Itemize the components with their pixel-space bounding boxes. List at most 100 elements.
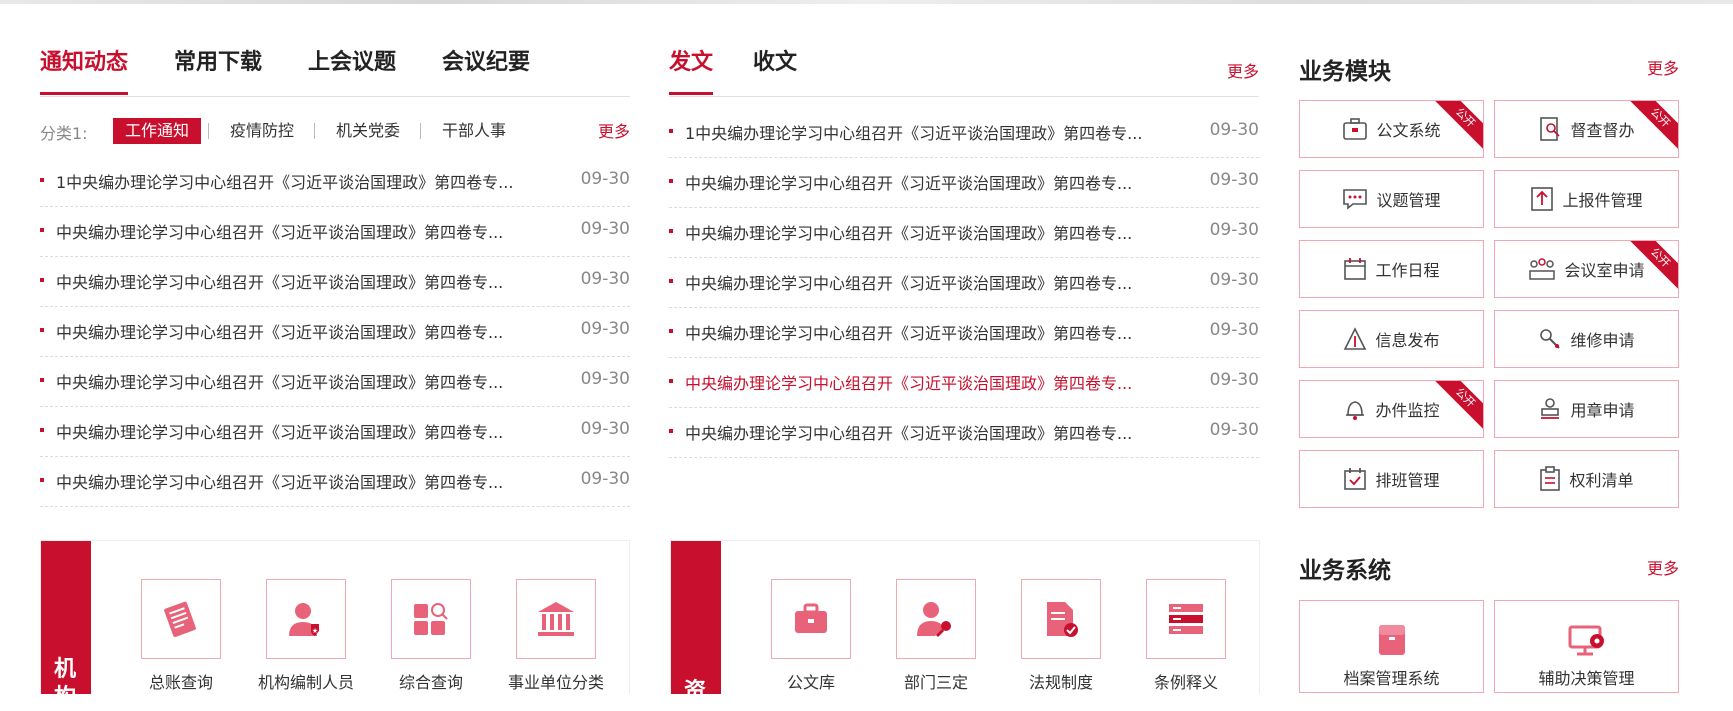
module-label: 排班管理 (1375, 471, 1440, 490)
item-title[interactable]: 中央编办理论学习中心组召开《习近平谈治国理政》第四卷专... (56, 419, 503, 443)
org-panel: 机 构 总账查询 ★ 机构编制人员 综合查询 事业单位分类 (40, 540, 630, 710)
bullet (669, 179, 673, 183)
module-meeting-room[interactable]: 会议室申请 公开 (1494, 240, 1679, 298)
business-modules-title: 业务模块 (1299, 59, 1391, 85)
module-rights-list[interactable]: 权利清单 (1494, 450, 1679, 508)
tab-incoming[interactable]: 收文 (753, 46, 797, 95)
item-title[interactable]: 中央编办理论学习中心组召开《习近平谈治国理政》第四卷专... (56, 469, 503, 493)
tab-notice[interactable]: 通知动态 (40, 46, 129, 95)
business-systems-title: 业务系统 (1299, 558, 1391, 584)
item-title[interactable]: 中央编办理论学习中心组召开《习近平谈治国理政》第四卷专... (685, 320, 1132, 344)
item-title[interactable]: 1中央编办理论学习中心组召开《习近平谈治国理政》第四卷专... (685, 120, 1142, 144)
broadcast-icon (1344, 327, 1367, 350)
module-label: 信息发布 (1375, 331, 1440, 350)
module-label: 工作日程 (1375, 261, 1440, 280)
item-label: 事业单位分类 (507, 673, 604, 692)
business-more-link[interactable]: 更多 (1647, 55, 1679, 79)
list-item[interactable]: 中央编办理论学习中心组召开《习近平谈治国理政》第四卷专... 09-30 (669, 208, 1259, 258)
item-title[interactable]: 中央编办理论学习中心组召开《习近平谈治国理政》第四卷专... (685, 170, 1132, 194)
list-item[interactable]: 中央编办理论学习中心组召开《习近平谈治国理政》第四卷专... 09-30 (669, 308, 1259, 358)
item-title[interactable]: 1中央编办理论学习中心组召开《习近平谈治国理政》第四卷专... (56, 169, 513, 193)
person-key-icon (896, 579, 976, 659)
list-item[interactable]: 1中央编办理论学习中心组召开《习近平谈治国理政》第四卷专... 09-30 (669, 108, 1259, 158)
filter-label: 分类1: (40, 124, 88, 143)
regulation-interpret-button[interactable]: 条例释义 (1126, 579, 1246, 693)
list-item[interactable]: 中央编办理论学习中心组召开《习近平谈治国理政》第四卷专... 09-30 (40, 307, 630, 357)
list-item[interactable]: 1中央编办理论学习中心组召开《习近平谈治国理政》第四卷专... 09-30 (40, 157, 630, 207)
ledger-query-button[interactable]: 总账查询 (121, 579, 241, 693)
search-grid-icon (391, 579, 471, 659)
module-info-publish[interactable]: 信息发布 (1299, 310, 1484, 368)
module-shift[interactable]: 排班管理 (1299, 450, 1484, 508)
system-archive[interactable]: 档案管理系统 (1299, 600, 1484, 693)
item-title[interactable]: 中央编办理论学习中心组召开《习近平谈治国理政》第四卷专... (685, 420, 1132, 444)
item-title[interactable]: 中央编办理论学习中心组召开《习近平谈治国理政》第四卷专... (56, 219, 503, 243)
tab-downloads[interactable]: 常用下载 (174, 46, 262, 95)
module-agenda[interactable]: 议题管理 (1299, 170, 1484, 228)
system-decision[interactable]: 辅助决策管理 (1494, 600, 1679, 693)
meeting-room-icon (1529, 258, 1556, 280)
dept-three-button[interactable]: 部门三定 (876, 579, 996, 693)
module-supervise[interactable]: 督查督办 公开 (1494, 100, 1679, 158)
docs-tabs: 发文 收文 更多 (669, 46, 1259, 97)
list-item[interactable]: 中央编办理论学习中心组召开《习近平谈治国理政》第四卷专... 09-30 (40, 257, 630, 307)
module-stamp[interactable]: 用章申请 (1494, 380, 1679, 438)
bullet (40, 478, 44, 482)
item-title[interactable]: 中央编办理论学习中心组召开《习近平谈治国理政》第四卷专... (56, 369, 503, 393)
tab-minutes[interactable]: 会议纪要 (442, 46, 530, 95)
tab-outgoing[interactable]: 发文 (669, 46, 714, 95)
list-item[interactable]: 中央编办理论学习中心组召开《习近平谈治国理政》第四卷专... 09-30 (40, 207, 630, 257)
bullet (40, 178, 44, 182)
module-label: 维修申请 (1570, 331, 1635, 350)
chat-icon (1343, 189, 1368, 210)
item-date: 09-30 (580, 469, 630, 489)
archive-icon (1378, 625, 1405, 655)
institution-category-button[interactable]: 事业单位分类 (496, 579, 616, 693)
top-decoration-strip (0, 0, 1733, 4)
item-label: 综合查询 (398, 673, 463, 692)
item-date: 09-30 (1209, 320, 1259, 340)
filter-epidemic[interactable]: 疫情防控 (230, 118, 294, 144)
module-repair[interactable]: 维修申请 (1494, 310, 1679, 368)
news-more-link[interactable]: 更多 (598, 118, 630, 142)
resource-panel: 资 公文库 部门三定 法规制度 条例释义 (670, 540, 1260, 704)
item-date: 09-30 (1209, 420, 1259, 440)
combined-query-button[interactable]: 综合查询 (371, 579, 491, 693)
module-monitor[interactable]: 办件监控 公开 (1299, 380, 1484, 438)
regulations-button[interactable]: 法规制度 (1001, 579, 1121, 693)
module-report[interactable]: 上报件管理 (1494, 170, 1679, 228)
list-item[interactable]: 中央编办理论学习中心组召开《习近平谈治国理政》第四卷专... 09-30 (669, 408, 1259, 458)
filter-party[interactable]: 机关党委 (336, 118, 400, 144)
list-item[interactable]: 中央编办理论学习中心组召开《习近平谈治国理政》第四卷专... 09-30 (669, 258, 1259, 308)
list-item[interactable]: 中央编办理论学习中心组召开《习近平谈治国理政》第四卷专... 09-30 (40, 457, 630, 507)
list-item[interactable]: 中央编办理论学习中心组召开《习近平谈治国理政》第四卷专... 09-30 (40, 357, 630, 407)
bullet (669, 279, 673, 283)
list-item[interactable]: 中央编办理论学习中心组召开《习近平谈治国理政》第四卷专... 09-30 (40, 407, 630, 457)
doc-library-button[interactable]: 公文库 (751, 579, 871, 693)
systems-more-link[interactable]: 更多 (1647, 555, 1679, 579)
item-title[interactable]: 中央编办理论学习中心组召开《习近平谈治国理政》第四卷专... (685, 370, 1132, 394)
filter-work-notice[interactable]: 工作通知 (113, 118, 202, 144)
module-document-system[interactable]: 公文系统 公开 (1299, 100, 1484, 158)
svg-text:★: ★ (312, 627, 318, 635)
list-item-hovered[interactable]: 中央编办理论学习中心组召开《习近平谈治国理政》第四卷专... 09-30 (669, 358, 1259, 408)
item-title[interactable]: 中央编办理论学习中心组召开《习近平谈治国理政》第四卷专... (56, 269, 503, 293)
filter-personnel[interactable]: 干部人事 (442, 118, 506, 144)
staff-button[interactable]: ★ 机构编制人员 (246, 579, 366, 693)
item-title[interactable]: 中央编办理论学习中心组召开《习近平谈治国理政》第四卷专... (685, 220, 1132, 244)
wrench-icon (1540, 329, 1561, 349)
module-label: 公文系统 (1376, 121, 1441, 140)
item-label: 机构编制人员 (257, 673, 354, 692)
item-date: 09-30 (1209, 270, 1259, 290)
item-title[interactable]: 中央编办理论学习中心组召开《习近平谈治国理政》第四卷专... (685, 270, 1132, 294)
divider (208, 123, 209, 139)
list-item[interactable]: 中央编办理论学习中心组召开《习近平谈治国理政》第四卷专... 09-30 (669, 158, 1259, 208)
band-char: 资 (684, 679, 707, 704)
item-title[interactable]: 中央编办理论学习中心组召开《习近平谈治国理政》第四卷专... (56, 319, 503, 343)
tab-agenda[interactable]: 上会议题 (308, 46, 396, 95)
docs-more-link[interactable]: 更多 (1227, 58, 1259, 82)
document-check-icon (1021, 579, 1101, 659)
item-date: 09-30 (580, 319, 630, 339)
module-work-schedule[interactable]: 工作日程 (1299, 240, 1484, 298)
system-label: 辅助决策管理 (1538, 669, 1635, 688)
